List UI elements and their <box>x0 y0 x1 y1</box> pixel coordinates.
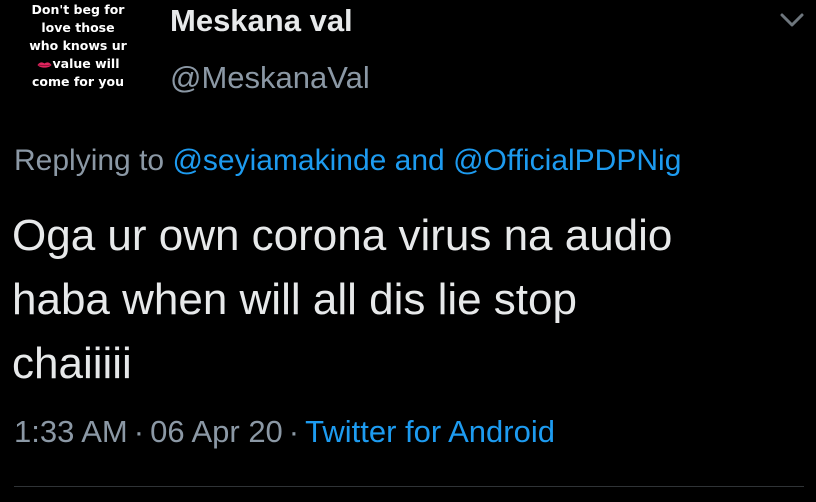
meta-separator: · <box>133 414 145 449</box>
tweet-text: Oga ur own corona virus na audio haba wh… <box>12 204 807 396</box>
tweet-date[interactable]: 06 Apr 20 <box>150 414 283 449</box>
author-display-name[interactable]: Meskana val <box>170 3 353 39</box>
tweet-meta: 1:33 AM · 06 Apr 20 · Twitter for Android <box>14 414 555 450</box>
avatar[interactable]: Don't beg for love those who knows ur va… <box>14 0 142 104</box>
mention-link[interactable]: @OfficialPDPNig <box>453 144 681 177</box>
tweet-text-line: chaiiiii <box>12 339 132 388</box>
lips-emoji-icon <box>37 61 51 68</box>
author-handle[interactable]: @MeskanaVal <box>170 60 370 96</box>
avatar-text-line-5: come for you <box>31 74 125 89</box>
meta-separator: · <box>288 414 300 449</box>
replying-to-label: Replying to <box>14 144 165 177</box>
avatar-text-line-2: love those <box>41 20 115 35</box>
avatar-text-line-4: value will <box>52 56 120 71</box>
tweet-text-line: haba when will all dis lie stop <box>12 275 577 324</box>
replying-to: Replying to @seyiamakinde and @OfficialP… <box>14 144 681 178</box>
avatar-text-line-4-wrap: value will <box>14 55 142 73</box>
reply-conjunction: and <box>394 144 445 177</box>
mention-link[interactable]: @seyiamakinde <box>172 144 386 177</box>
tweet-client-link[interactable]: Twitter for Android <box>305 414 555 449</box>
tweet: Don't beg for love those who knows ur va… <box>0 0 816 502</box>
divider <box>14 486 804 487</box>
avatar-text-line-3: who knows ur <box>29 38 127 53</box>
tweet-time[interactable]: 1:33 AM <box>14 414 128 449</box>
chevron-down-icon[interactable] <box>778 8 806 32</box>
tweet-text-line: Oga ur own corona virus na audio <box>12 211 673 260</box>
avatar-text-line-1: Don't beg for <box>31 2 125 17</box>
